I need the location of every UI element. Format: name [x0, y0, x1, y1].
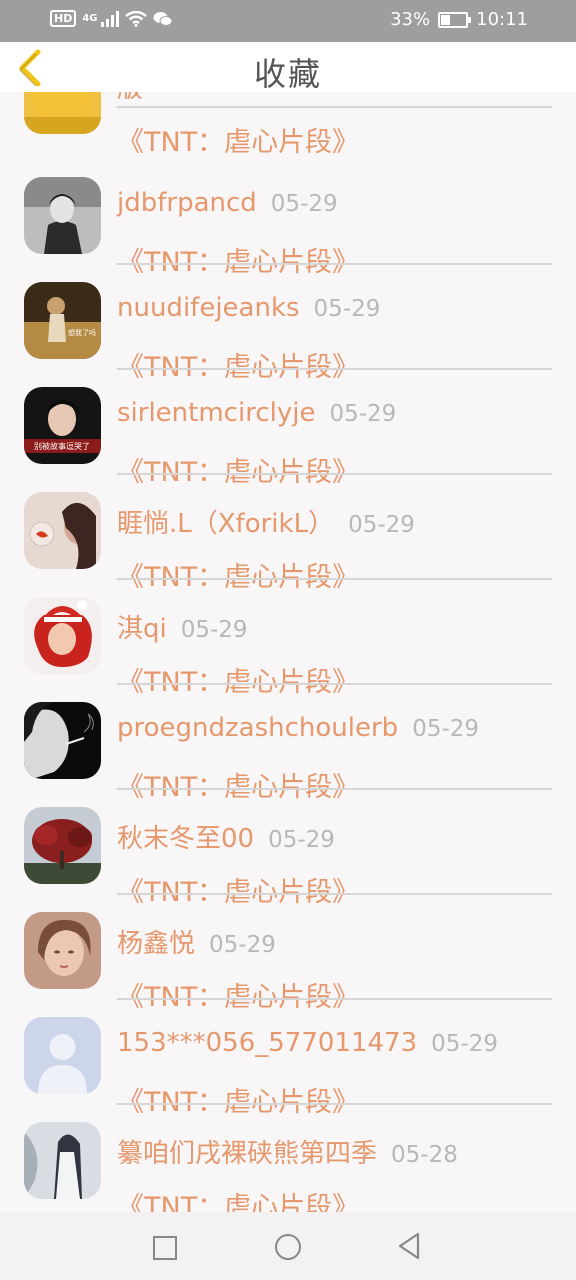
avatar[interactable] [24, 1122, 101, 1199]
user-name[interactable]: sirlentmcirclyje [117, 398, 315, 428]
avatar[interactable] [24, 702, 101, 779]
date: 05-29 [180, 617, 248, 643]
signal-icon [100, 10, 119, 27]
avatar-caption: 想我了吗 [68, 328, 96, 337]
date: 05-29 [329, 401, 397, 427]
date: 05-29 [313, 296, 381, 322]
date: 05-29 [268, 827, 335, 853]
avatar[interactable] [24, 597, 101, 674]
name-line: 睚惝.L（XforikL） 05-29 [117, 503, 415, 540]
wifi-icon [124, 10, 147, 27]
name-line: 淇qi 05-29 [117, 608, 248, 645]
avatar[interactable] [24, 177, 101, 254]
avatar[interactable] [24, 492, 101, 569]
list-item[interactable]: 想我了吗 nuudifejeanks 05-29 《TNT：虐心片段》 [0, 263, 576, 383]
user-name[interactable]: 杨鑫悦 [117, 929, 195, 959]
list-item[interactable]: 淇qi 05-29 《TNT：虐心片段》 [0, 578, 576, 698]
status-right: 33% 10:11 [390, 9, 528, 30]
home-button[interactable] [275, 1234, 301, 1260]
date: 05-28 [391, 1142, 458, 1168]
avatar[interactable] [24, 912, 101, 989]
divider [117, 683, 552, 685]
hd-badge: HD [50, 10, 77, 27]
name-line: 秋末冬至00 05-29 [117, 818, 335, 855]
avatar[interactable]: 别被故事逗哭了 [24, 387, 101, 464]
user-name[interactable]: 睚惝.L（XforikL） [117, 509, 334, 539]
avatar[interactable] [24, 807, 101, 884]
list-item[interactable]: 杨鑫悦 05-29 《TNT：虐心片段》 [0, 893, 576, 1013]
nav-back-button[interactable] [396, 1232, 422, 1260]
user-name[interactable]: 淇qi [117, 614, 167, 644]
divider [117, 578, 552, 580]
divider [117, 263, 552, 265]
date: 05-29 [270, 191, 338, 217]
user-name[interactable]: 纂咱们戌裸硖熊第四季 [117, 1139, 377, 1169]
battery-percent: 33% [390, 9, 431, 30]
list-item[interactable]: 秋末冬至00 05-29 《TNT：虐心片段》 [0, 788, 576, 908]
system-nav-bar [0, 1212, 576, 1280]
avatar[interactable]: 想我了吗 [24, 282, 101, 359]
name-line: jdbfrpancd 05-29 [117, 188, 338, 218]
divider [117, 893, 552, 895]
movie-title[interactable]: 《TNT：虐心片段》 [117, 120, 359, 159]
battery-icon [438, 11, 472, 28]
divider [117, 1103, 552, 1105]
divider [117, 106, 552, 108]
list-item[interactable]: 别被故事逗哭了 sirlentmcirclyje 05-29 《TNT：虐心片段》 [0, 368, 576, 488]
list-item[interactable]: jdbfrpancd 05-29 《TNT：虐心片段》 [0, 160, 576, 278]
avatar[interactable] [24, 1017, 101, 1094]
battery-fill [441, 14, 450, 25]
name-line: 杨鑫悦 05-29 [117, 923, 276, 960]
wechat-icon [153, 11, 173, 26]
user-name[interactable]: proegndzashchoulerb [117, 713, 398, 743]
divider [117, 368, 552, 370]
divider [117, 473, 552, 475]
user-name[interactable]: 153***056_577011473 [117, 1028, 417, 1058]
divider [117, 788, 552, 790]
list-item[interactable]: 睚惝.L（XforikL） 05-29 《TNT：虐心片段》 [0, 473, 576, 593]
list-item[interactable]: proegndzashchoulerb 05-29 《TNT：虐心片段》 [0, 683, 576, 803]
clock: 10:11 [476, 9, 528, 30]
network-type: 4G [82, 12, 98, 24]
header-bar: 收藏 [0, 42, 576, 93]
divider [117, 998, 552, 1000]
recents-button[interactable] [153, 1236, 177, 1260]
movie-title[interactable]: 《TNT：虐心片段》 [117, 1185, 359, 1212]
user-name[interactable]: nuudifejeanks [117, 293, 300, 323]
name-line: proegndzashchoulerb 05-29 [117, 713, 479, 743]
name-line: 153***056_577011473 05-29 [117, 1028, 498, 1058]
user-name[interactable]: jdbfrpancd [117, 188, 257, 218]
date: 05-29 [431, 1031, 498, 1057]
default-avatar-icon [24, 1017, 101, 1094]
name-line: nuudifejeanks 05-29 [117, 293, 380, 323]
name-line: sirlentmcirclyje 05-29 [117, 398, 396, 428]
date: 05-29 [209, 932, 276, 958]
page-title: 收藏 [253, 55, 322, 93]
status-left: HD 4G [50, 10, 173, 27]
favorites-list: 版 《TNT：虐心片段》 jdbfrpancd 05-29 《TNT：虐心片段》 [0, 92, 576, 1212]
date: 05-29 [412, 716, 480, 742]
list-item[interactable]: 版 《TNT：虐心片段》 [0, 92, 576, 158]
user-name[interactable]: 秋末冬至00 [117, 824, 254, 854]
status-bar: HD 4G 33% 10:11 [0, 0, 576, 42]
name-line: 纂咱们戌裸硖熊第四季 05-28 [117, 1133, 458, 1170]
avatar [24, 92, 101, 134]
date: 05-29 [348, 512, 415, 538]
list-item[interactable]: 153***056_577011473 05-29 《TNT：虐心片段》 [0, 998, 576, 1118]
list-item[interactable]: 纂咱们戌裸硖熊第四季 05-28 《TNT：虐心片段》 [0, 1103, 576, 1212]
avatar-caption: 别被故事逗哭了 [34, 441, 90, 451]
